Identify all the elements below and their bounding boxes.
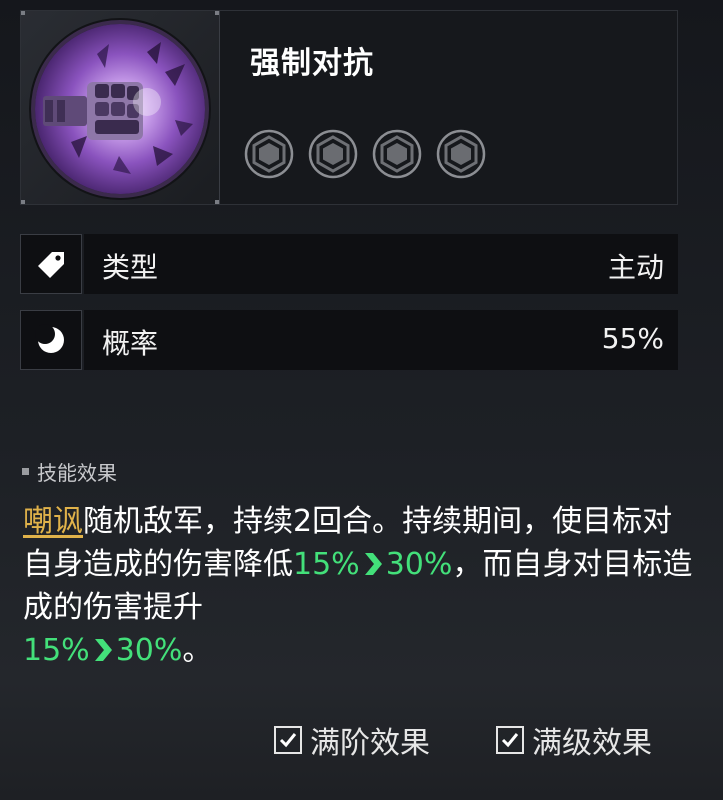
rank-gems — [243, 128, 487, 180]
toggle-full-rank[interactable]: 满阶效果 — [274, 718, 430, 762]
section-bullet-icon — [22, 468, 29, 475]
info-icon-box — [20, 234, 82, 294]
skill-header: 强制对抗 — [20, 10, 678, 205]
info-value: 55% — [601, 322, 664, 355]
effect-description: 嘲讽随机敌军，持续2回合。持续期间，使目标对自身造成的伤害降低15% 30%，而自… — [23, 500, 693, 672]
info-bar: 类型 主动 — [84, 234, 678, 294]
info-label: 类型 — [102, 251, 159, 284]
toggle-label: 满级效果 — [532, 726, 652, 761]
frame-corner — [21, 11, 25, 15]
keyword-link[interactable]: 嘲讽 — [23, 504, 83, 539]
checkmark-icon — [279, 733, 297, 748]
info-icon-box — [20, 310, 82, 370]
tag-icon — [38, 252, 64, 278]
section-title: 技能效果 — [22, 457, 117, 486]
value-to: 30% — [385, 547, 453, 582]
info-value: 主动 — [607, 251, 664, 284]
info-row-type: 类型 主动 — [20, 234, 678, 294]
value-to: 30% — [115, 633, 183, 668]
toggle-label: 满阶效果 — [310, 726, 430, 761]
checkbox[interactable] — [274, 726, 302, 754]
skill-portrait-frame — [21, 11, 220, 204]
value-from: 15% — [293, 547, 360, 582]
hexagon-gem-icon — [308, 129, 358, 179]
info-bar: 概率 55% — [84, 310, 678, 370]
effect-text: 。 — [182, 633, 213, 668]
frame-corner — [21, 200, 25, 204]
frame-corner — [215, 11, 219, 15]
crescent-moon-icon — [35, 324, 64, 353]
hexagon-gem-icon — [436, 129, 486, 179]
info-label: 概率 — [102, 327, 159, 360]
hexagon-gem-icon — [244, 129, 294, 179]
frame-corner — [215, 200, 219, 204]
toggle-full-level[interactable]: 满级效果 — [496, 718, 652, 762]
checkmark-icon — [501, 733, 519, 748]
hexagon-gem-icon — [372, 129, 422, 179]
purple-fist-icon — [35, 24, 205, 194]
value-from: 15% — [23, 633, 90, 668]
skill-name: 强制对抗 — [250, 46, 374, 81]
section-title-text: 技能效果 — [37, 461, 117, 485]
info-row-probability: 概率 55% — [20, 310, 678, 370]
chevron-right-icon — [364, 553, 382, 575]
checkbox[interactable] — [496, 726, 524, 754]
chevron-right-icon — [94, 639, 112, 661]
